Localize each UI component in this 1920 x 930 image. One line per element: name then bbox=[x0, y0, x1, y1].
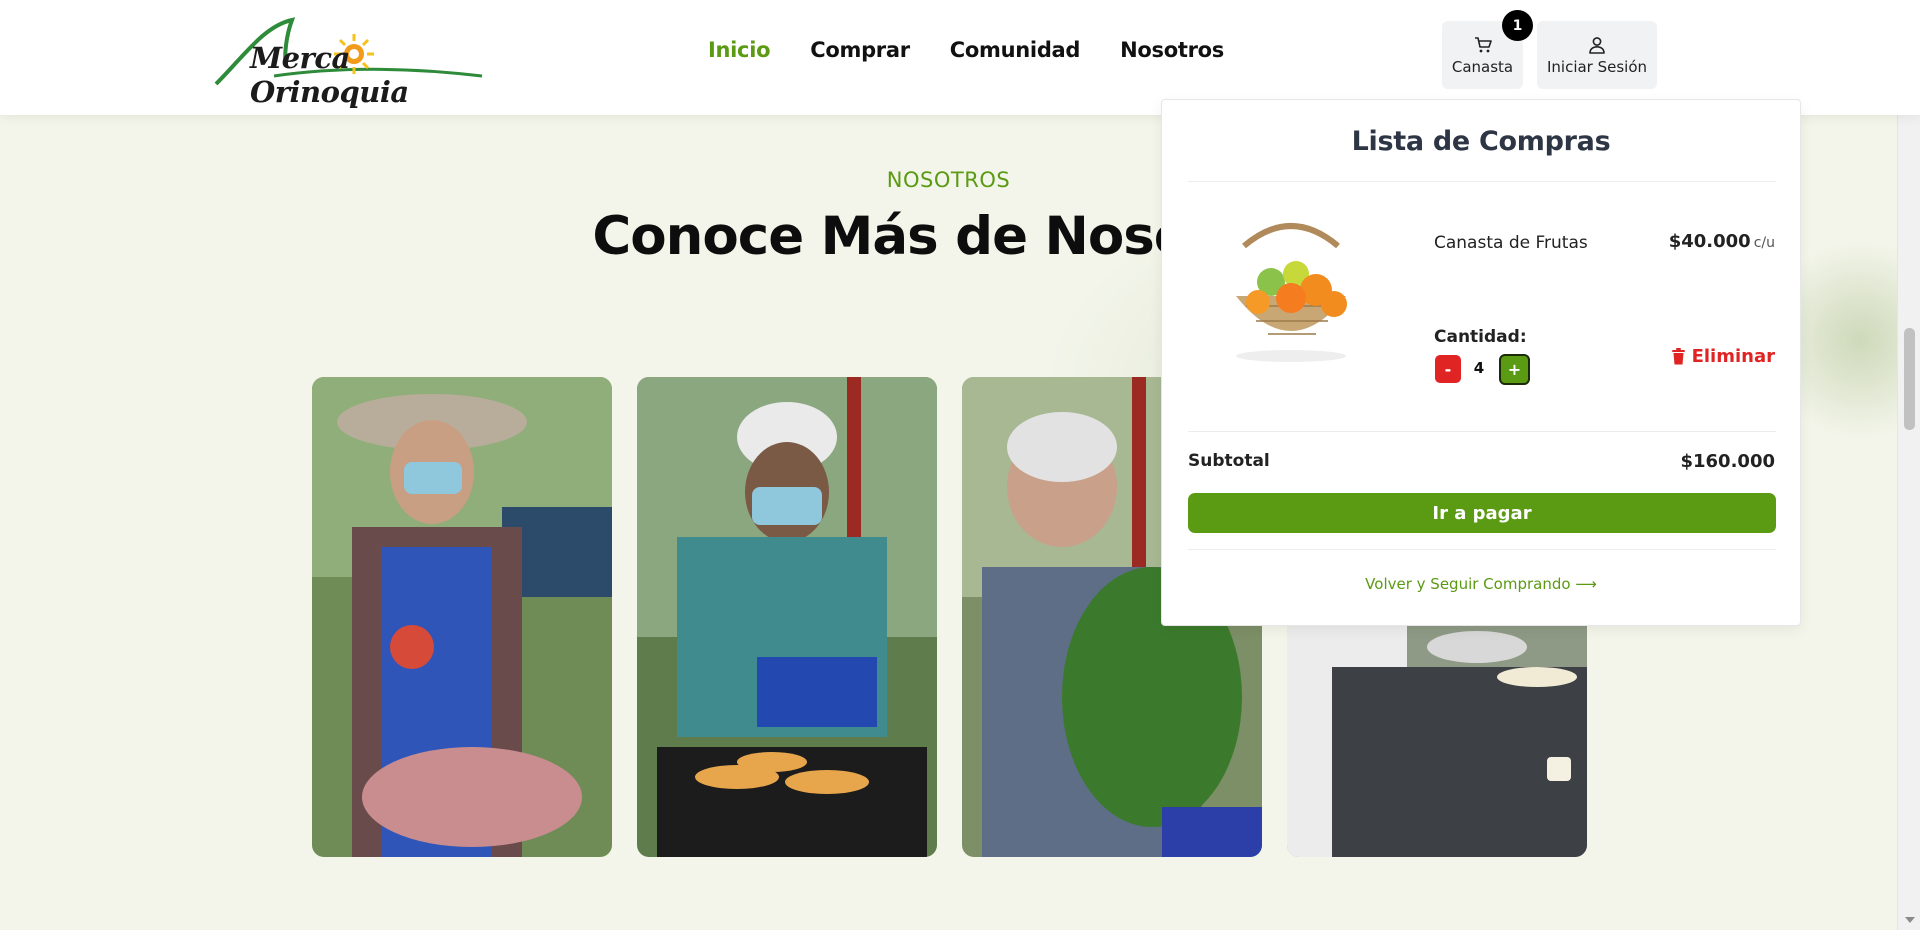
cart-item-price: $40.000 c/u bbox=[1669, 231, 1775, 252]
decrease-quantity-button[interactable]: - bbox=[1435, 355, 1461, 383]
cart-item-name: Canasta de Frutas bbox=[1434, 233, 1588, 253]
quantity-value: 4 bbox=[1473, 359, 1485, 377]
cart-title: Lista de Compras bbox=[1351, 126, 1611, 157]
remove-item-button[interactable]: Eliminar bbox=[1671, 346, 1775, 367]
checkout-button[interactable]: Ir a pagar bbox=[1188, 493, 1776, 533]
cart-label: Canasta bbox=[1451, 57, 1514, 76]
login-button[interactable]: Iniciar Sesión bbox=[1537, 21, 1657, 89]
scrollbar-thumb[interactable] bbox=[1904, 328, 1915, 430]
quantity-label: Cantidad: bbox=[1434, 327, 1527, 347]
photo-card-farmer bbox=[312, 377, 612, 857]
product-image-fruit-basket bbox=[1216, 216, 1366, 366]
divider bbox=[1188, 181, 1776, 182]
cart-dropdown: Lista de Compras Canasta de Frutas $40.0… bbox=[1161, 99, 1801, 626]
increase-quantity-button[interactable]: + bbox=[1499, 354, 1530, 385]
divider bbox=[1188, 549, 1776, 550]
cart-icon bbox=[1474, 36, 1492, 52]
divider bbox=[1188, 431, 1776, 432]
cart-count-badge: 1 bbox=[1502, 10, 1533, 41]
main-nav: Inicio Comprar Comunidad Nosotros bbox=[708, 38, 1224, 62]
user-icon bbox=[1589, 36, 1605, 54]
page-scrollbar[interactable] bbox=[1897, 0, 1920, 930]
remove-label: Eliminar bbox=[1691, 346, 1775, 367]
nav-comprar[interactable]: Comprar bbox=[810, 38, 910, 62]
site-header: Merca Orinoquia Inicio Comprar Comunidad… bbox=[0, 0, 1920, 115]
trash-icon bbox=[1671, 348, 1685, 365]
login-label: Iniciar Sesión bbox=[1546, 57, 1648, 76]
site-logo[interactable]: Merca Orinoquia bbox=[214, 16, 484, 109]
logo-text: Merca Orinoquia bbox=[250, 41, 409, 109]
nav-comunidad[interactable]: Comunidad bbox=[950, 38, 1081, 62]
price-value: $40.000 bbox=[1668, 231, 1751, 252]
continue-shopping-link[interactable]: Volver y Seguir Comprando ⟶ bbox=[1162, 575, 1800, 593]
subtotal-label: Subtotal bbox=[1188, 451, 1270, 471]
subtotal-value: $160.000 bbox=[1680, 451, 1775, 472]
price-unit: c/u bbox=[1753, 235, 1775, 251]
nav-nosotros[interactable]: Nosotros bbox=[1120, 38, 1224, 62]
scroll-down-arrow-icon[interactable] bbox=[1905, 917, 1915, 923]
photo-card-cook bbox=[637, 377, 937, 857]
nav-inicio[interactable]: Inicio bbox=[708, 38, 771, 62]
